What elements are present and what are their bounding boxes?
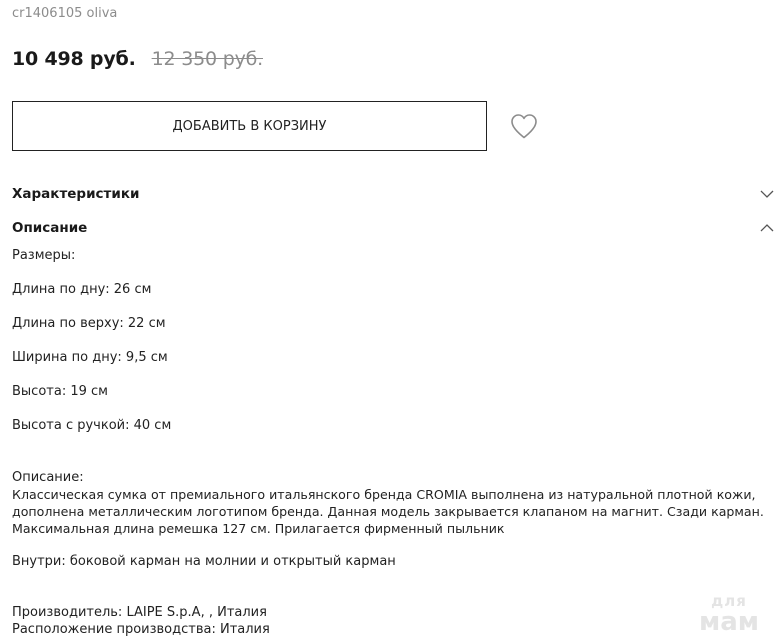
heart-outline-icon (511, 114, 537, 139)
description-section-header[interactable]: Описание (12, 217, 775, 239)
dimension-length-bottom: Длина по дну: 26 см (12, 282, 152, 297)
description-heading: Описание: (12, 470, 84, 485)
dimension-height-with-handle: Высота с ручкой: 40 см (12, 418, 172, 433)
watermark-bottom-text: мам (698, 607, 760, 637)
watermark-logo: для мам (693, 594, 765, 637)
production-origin-text: Расположение производства: Италия (12, 622, 270, 637)
sizes-heading: Размеры: (12, 248, 76, 263)
description-text: Классическая сумка от премиального италь… (12, 487, 764, 536)
old-price: 12 350 руб. (151, 48, 264, 70)
characteristics-title: Характеристики (12, 186, 140, 202)
product-sku: cr1406105 oliva (12, 6, 118, 21)
dimension-width-bottom: Ширина по дну: 9,5 см (12, 350, 168, 365)
manufacturer-text: Производитель: LAIPE S.p.A, , Италия (12, 605, 267, 620)
add-to-cart-button[interactable]: ДОБАВИТЬ В КОРЗИНУ (12, 101, 487, 151)
current-price: 10 498 руб. (12, 48, 136, 70)
wishlist-button[interactable] (509, 112, 539, 140)
chevron-down-icon (760, 190, 774, 198)
price-row: 10 498 руб. 12 350 руб. (12, 48, 263, 74)
characteristics-section-header[interactable]: Характеристики (12, 183, 775, 205)
chevron-up-icon (760, 224, 774, 232)
dimension-length-top: Длина по верху: 22 см (12, 316, 166, 331)
inside-pockets-text: Внутри: боковой карман на молнии и откры… (12, 554, 396, 569)
description-title: Описание (12, 220, 88, 236)
dimension-height: Высота: 19 см (12, 384, 108, 399)
